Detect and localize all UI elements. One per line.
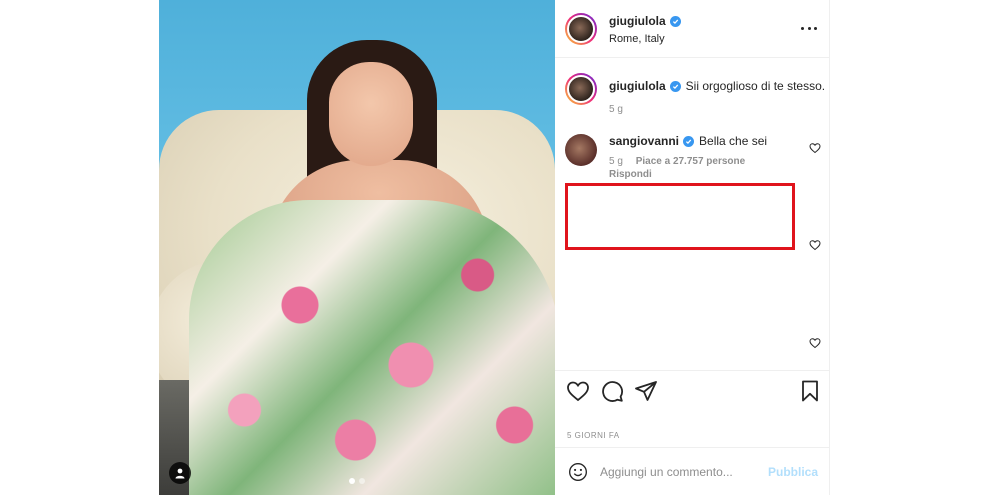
post-actions: 5 giorni fa (555, 370, 830, 440)
face (329, 62, 413, 166)
comment-likes[interactable]: Piace a 27.757 persone (636, 156, 746, 167)
post-photo[interactable] (159, 0, 555, 495)
caption: giugiulola Sii orgoglioso di te stesso. … (565, 73, 825, 115)
caption-time[interactable]: 5 g (609, 104, 825, 115)
comment-like-heart-icon[interactable] (809, 337, 821, 349)
author-avatar[interactable] (565, 12, 597, 45)
verified-badge-icon (669, 80, 681, 92)
emoji-icon[interactable] (568, 462, 588, 482)
highlight-box (565, 183, 795, 250)
bookmark-icon[interactable] (798, 379, 822, 403)
comment-input[interactable] (600, 464, 765, 479)
post-header: giugiulola Rome, Italy (555, 0, 829, 58)
author-username[interactable]: giugiulola (609, 14, 666, 28)
author-username-row[interactable]: giugiulola (609, 14, 681, 28)
carousel-indicator (349, 478, 365, 484)
commenter-username[interactable]: sangiovanni (609, 134, 679, 148)
comment-text: Bella che sei (699, 134, 768, 148)
post-date[interactable]: 5 giorni fa (567, 431, 620, 440)
reply-button[interactable]: Rispondi (609, 169, 767, 180)
caption-text: Sii orgoglioso di te stesso. (685, 79, 826, 93)
caption-author-avatar[interactable] (565, 73, 597, 105)
comments-section: giugiulola Sii orgoglioso di te stesso. … (555, 58, 829, 368)
carousel-dot-active (349, 478, 355, 484)
comment-item: sangiovanni Bella che sei 5 g Piace a 27… (565, 134, 767, 180)
comment-time[interactable]: 5 g (609, 156, 623, 167)
carousel-dot (359, 478, 365, 484)
post-side-panel: giugiulola Rome, Italy giugiulola Sii or… (555, 0, 830, 495)
verified-badge-icon (683, 135, 695, 147)
floral-dress (189, 200, 555, 495)
more-options-icon[interactable] (801, 20, 817, 36)
caption-username[interactable]: giugiulola (609, 79, 666, 93)
comment-like-heart-icon[interactable] (809, 239, 821, 251)
post-location[interactable]: Rome, Italy (609, 33, 681, 45)
share-icon[interactable] (634, 379, 658, 403)
verified-badge-icon (669, 15, 681, 27)
comment-like-heart-icon[interactable] (809, 142, 821, 154)
add-comment-bar: Pubblica (555, 447, 830, 495)
comment-icon[interactable] (600, 379, 624, 403)
publish-button[interactable]: Pubblica (768, 465, 818, 479)
heart-icon[interactable] (566, 379, 590, 403)
user-tag-icon[interactable] (169, 462, 191, 484)
commenter-avatar[interactable] (565, 134, 597, 166)
